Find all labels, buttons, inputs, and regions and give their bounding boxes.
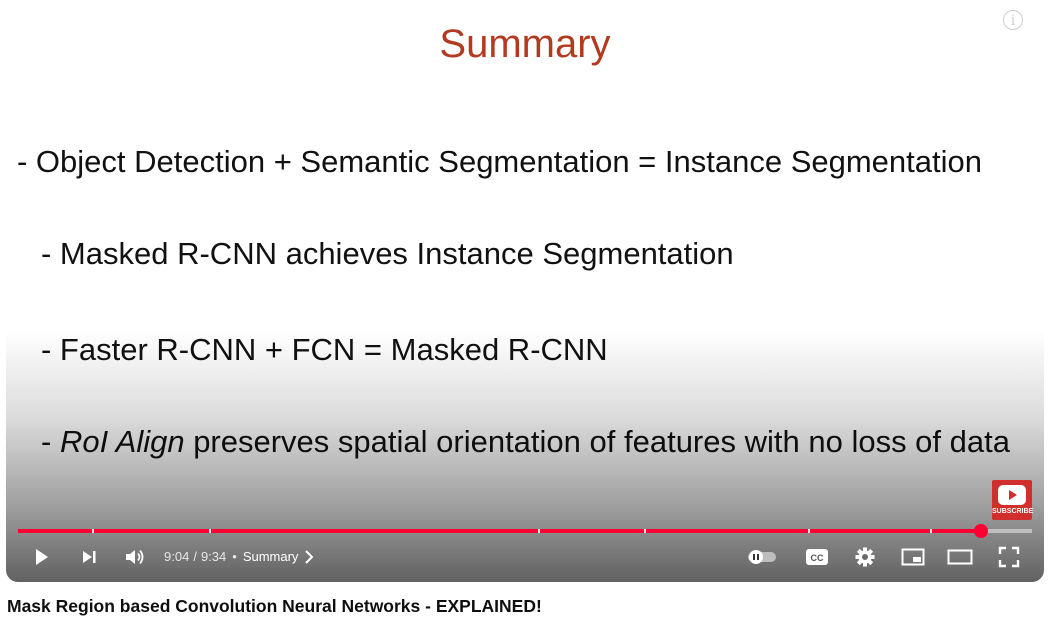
settings-icon xyxy=(855,547,875,567)
chapter-title[interactable]: Summary xyxy=(243,549,299,564)
current-time: 9:04 xyxy=(164,549,190,564)
youtube-logo-icon xyxy=(998,485,1026,505)
play-button[interactable] xyxy=(28,540,54,574)
controls-bar: 9:04/9:34 • Summary CC xyxy=(6,540,1044,574)
duration: 9:34 xyxy=(200,549,227,564)
chapter-marker xyxy=(209,529,211,533)
next-button[interactable] xyxy=(76,540,102,574)
progress-fill xyxy=(18,529,979,533)
volume-icon xyxy=(126,549,144,565)
fullscreen-icon xyxy=(998,546,1020,568)
video-title[interactable]: Mask Region based Convolution Neural Net… xyxy=(7,596,542,617)
slide-title: Summary xyxy=(439,22,611,66)
info-icon[interactable]: i xyxy=(1003,10,1023,30)
chapter-next-button[interactable] xyxy=(302,540,316,574)
video-player[interactable]: Summary - Object Detection + Semantic Se… xyxy=(6,0,1044,582)
volume-button[interactable] xyxy=(122,540,148,574)
subscribe-watermark[interactable]: SUBSCRIBE xyxy=(992,480,1034,520)
fullscreen-button[interactable] xyxy=(994,540,1024,574)
chapter-marker xyxy=(808,529,810,533)
chapter-marker xyxy=(644,529,646,533)
miniplayer-button[interactable] xyxy=(898,540,928,574)
miniplayer-icon xyxy=(901,548,925,566)
captions-button[interactable]: CC xyxy=(802,540,832,574)
theater-button[interactable] xyxy=(944,540,976,574)
theater-icon xyxy=(947,549,973,565)
time-display: 9:04/9:34 • Summary xyxy=(164,549,298,564)
progress-bar[interactable] xyxy=(18,529,1032,533)
slide-bullet-1: - Object Detection + Semantic Segmentati… xyxy=(17,144,982,179)
slide-bullet-4-rest: preserves spatial orientation of feature… xyxy=(184,424,1010,459)
slide-bullet-3: - Faster R-CNN + FCN = Masked R-CNN xyxy=(41,332,608,367)
autoplay-toggle-icon xyxy=(748,550,776,564)
time-separator: / xyxy=(193,549,197,564)
chapter-marker xyxy=(930,529,932,533)
slide-bullet-4: - RoI Align preserves spatial orientatio… xyxy=(41,424,1010,460)
cc-icon: CC xyxy=(806,549,828,565)
autoplay-toggle[interactable] xyxy=(744,540,780,574)
chapter-marker xyxy=(538,529,540,533)
svg-text:CC: CC xyxy=(811,553,824,563)
slide-bullet-4-prefix: - xyxy=(41,424,60,459)
chapter-bullet: • xyxy=(232,549,237,564)
chapter-marker xyxy=(92,529,94,533)
settings-button[interactable] xyxy=(850,540,880,574)
slide-bullet-4-italic: RoI Align xyxy=(59,424,185,459)
subscribe-label: SUBSCRIBE xyxy=(992,508,1034,515)
progress-scrubber[interactable] xyxy=(974,524,988,538)
next-icon xyxy=(83,551,96,563)
chevron-right-icon xyxy=(305,550,314,564)
play-icon xyxy=(36,549,48,565)
slide-bullet-2: - Masked R-CNN achieves Instance Segment… xyxy=(41,236,734,271)
